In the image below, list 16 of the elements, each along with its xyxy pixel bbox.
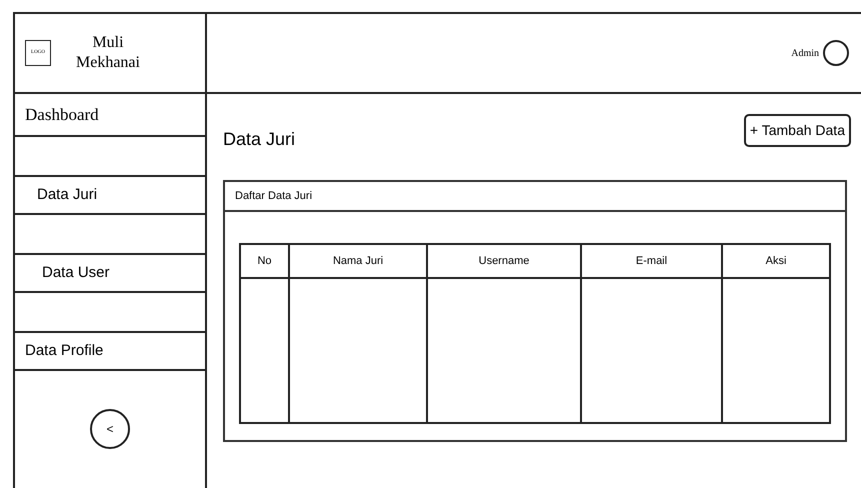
column-header: Username bbox=[478, 254, 530, 269]
avatar-icon[interactable] bbox=[823, 40, 849, 66]
brand-name: Muli Mekhanai bbox=[75, 33, 141, 73]
column-header: Nama Juri bbox=[332, 254, 384, 269]
user-name: Admin bbox=[791, 46, 819, 60]
sidebar-item[interactable]: Data Profile bbox=[15, 331, 205, 371]
sidebar-item[interactable]: Dashboard bbox=[15, 94, 205, 137]
add-data-button[interactable]: + Tambah Data bbox=[744, 114, 851, 147]
sidebar-item[interactable]: Data User bbox=[15, 253, 205, 293]
column-header: Aksi bbox=[766, 254, 786, 269]
column-header: E-mail bbox=[636, 254, 668, 269]
collapse-button[interactable]: < bbox=[90, 409, 130, 449]
card-title: Daftar Data Juri bbox=[235, 188, 312, 204]
sidebar-item[interactable]: Data Juri bbox=[15, 175, 205, 215]
page-title: Data Juri bbox=[223, 128, 296, 151]
column-header: No bbox=[257, 254, 272, 269]
